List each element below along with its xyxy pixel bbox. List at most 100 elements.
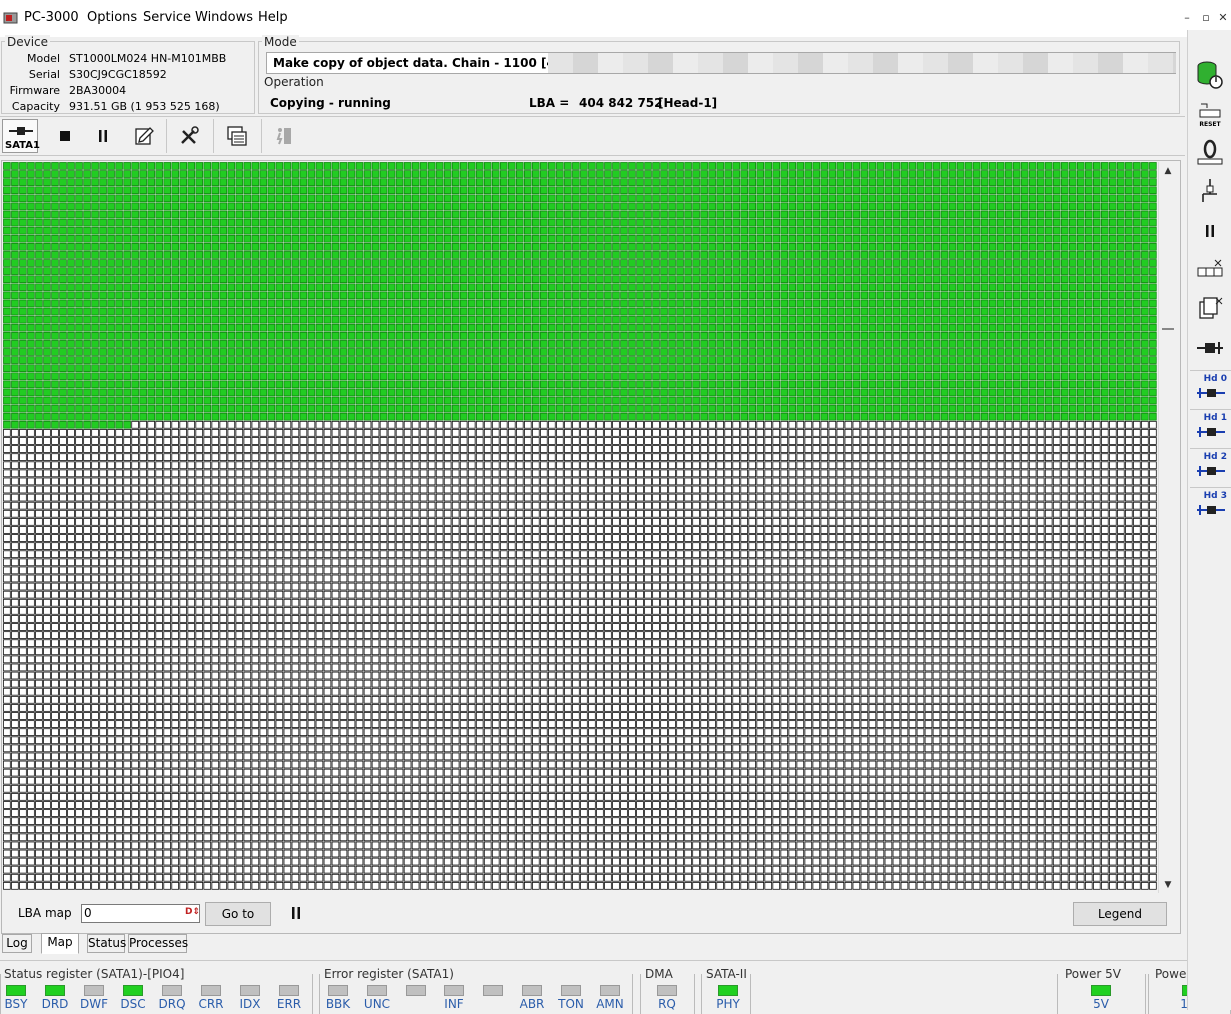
menu-bar: PC-3000 Options Service Windows Help – ▫… bbox=[0, 0, 1231, 37]
edit-document-icon bbox=[135, 127, 154, 145]
tools-button[interactable] bbox=[174, 120, 204, 152]
port-button[interactable]: SATA1 bbox=[2, 119, 40, 153]
scroll-thumb[interactable] bbox=[1162, 322, 1174, 330]
dma-label-rq: RQ bbox=[658, 997, 676, 1011]
status-register-led-idx bbox=[240, 985, 260, 996]
hd2-button[interactable]: Hd 2 bbox=[1190, 448, 1231, 485]
firmware-value: 2BA30004 bbox=[69, 84, 127, 97]
hd0-button[interactable]: Hd 0 bbox=[1190, 370, 1231, 407]
copy-icon bbox=[1199, 297, 1223, 319]
legend-button[interactable]: Legend bbox=[1073, 902, 1167, 926]
close-icon[interactable]: ✕ bbox=[1217, 12, 1229, 24]
lba-spin-icon[interactable]: D⇕ bbox=[185, 907, 200, 917]
restore-icon[interactable]: ▫ bbox=[1200, 12, 1212, 24]
power-5v-led-5v bbox=[1091, 985, 1111, 996]
sata-title: SATA-II bbox=[706, 967, 747, 981]
port-switch-button[interactable] bbox=[1192, 331, 1228, 365]
error-register-led-unc bbox=[367, 985, 387, 996]
hd3-label: Hd 3 bbox=[1203, 491, 1227, 501]
hd2-label: Hd 2 bbox=[1203, 452, 1227, 462]
status-register-title: Status register (SATA1)-[PIO4] bbox=[4, 967, 185, 981]
database-power-icon bbox=[1197, 61, 1223, 89]
lba-map-blocks bbox=[3, 162, 1157, 890]
error-register-led-inf bbox=[444, 985, 464, 996]
cascade-windows-icon bbox=[227, 126, 247, 146]
error-register-label-abr: ABR bbox=[519, 997, 545, 1011]
minimize-icon[interactable]: – bbox=[1181, 12, 1193, 24]
error-register-led-ton bbox=[561, 985, 581, 996]
hd3-button[interactable]: Hd 3 bbox=[1190, 487, 1231, 524]
lba-input-value: 0 bbox=[84, 906, 92, 920]
status-register-led-crr bbox=[201, 985, 221, 996]
mode-group-title: Mode bbox=[262, 35, 299, 49]
copy-button[interactable] bbox=[1192, 292, 1228, 326]
status-register-label-crr: CRR bbox=[198, 997, 224, 1011]
menu-help[interactable]: Help bbox=[258, 10, 288, 25]
model-label: Model bbox=[26, 52, 60, 65]
sidebar-pause-button[interactable] bbox=[1192, 214, 1228, 248]
status-register-label-dwf: DWF bbox=[79, 997, 108, 1011]
stop-button[interactable] bbox=[50, 120, 80, 152]
hd3-icon bbox=[1197, 505, 1225, 515]
lba-input[interactable]: 0 D⇕ bbox=[81, 904, 200, 923]
hd0-label: Hd 0 bbox=[1203, 374, 1227, 384]
mode-text: Make copy of object data. Chain - 1100 [… bbox=[273, 56, 594, 70]
mode-box: Make copy of object data. Chain - 1100 [… bbox=[266, 52, 1176, 74]
dma-led-rq bbox=[657, 985, 677, 996]
device-group-title: Device bbox=[5, 35, 51, 49]
exit-door-icon bbox=[276, 128, 291, 145]
tab-processes[interactable]: Processes bbox=[128, 934, 188, 953]
power-db-button[interactable] bbox=[1192, 57, 1228, 91]
port-label: SATA1 bbox=[5, 140, 40, 151]
tab-log[interactable]: Log bbox=[2, 934, 32, 953]
sata-label-phy: PHY bbox=[716, 997, 740, 1011]
capacity-value: 931.51 GB (1 953 525 168) bbox=[69, 100, 220, 113]
reset-button[interactable]: RESET bbox=[1192, 98, 1228, 132]
operation-group-title: Operation bbox=[262, 75, 326, 89]
head-icon bbox=[1202, 179, 1217, 202]
status-register-led-dsc bbox=[123, 985, 143, 996]
head-test-button[interactable] bbox=[1192, 174, 1228, 208]
tab-map[interactable]: Map bbox=[41, 933, 79, 954]
sector-button[interactable] bbox=[1192, 252, 1228, 286]
stop-icon bbox=[60, 131, 70, 141]
port-switch-icon bbox=[1197, 342, 1223, 354]
error-register-led-abr bbox=[522, 985, 542, 996]
status-register-led-dwf bbox=[84, 985, 104, 996]
error-register-led-blank-4 bbox=[483, 985, 503, 996]
pause-button[interactable] bbox=[88, 120, 118, 152]
status-register-led-bsy bbox=[6, 985, 26, 996]
edit-button[interactable] bbox=[129, 120, 159, 152]
map-scrollbar[interactable]: ▲ ▼ bbox=[1158, 162, 1176, 893]
menu-windows[interactable]: Windows bbox=[195, 10, 253, 25]
status-register-label-err: ERR bbox=[276, 997, 302, 1011]
power-5v-title: Power 5V bbox=[1065, 967, 1121, 981]
serial-label: Serial bbox=[28, 68, 60, 81]
scroll-up-icon[interactable]: ▲ bbox=[1161, 164, 1175, 178]
pause-icon bbox=[99, 130, 107, 142]
lba-map-grid[interactable] bbox=[3, 162, 1157, 890]
windows-button[interactable] bbox=[222, 120, 252, 152]
pause-icon bbox=[292, 907, 300, 919]
operation-status: Copying - running bbox=[270, 96, 391, 110]
lba-value: 404 842 752 bbox=[579, 96, 663, 110]
status-register-label-dsc: DSC bbox=[120, 997, 146, 1011]
map-pause-button[interactable] bbox=[281, 897, 311, 929]
menu-options[interactable]: Options bbox=[87, 10, 137, 25]
hd2-icon bbox=[1197, 466, 1225, 476]
zero-button[interactable] bbox=[1192, 135, 1228, 169]
firmware-label: Firmware bbox=[9, 84, 60, 97]
menu-service[interactable]: Service bbox=[143, 10, 191, 25]
status-register-label-bsy: BSY bbox=[4, 997, 28, 1011]
scroll-down-icon[interactable]: ▼ bbox=[1161, 878, 1175, 892]
sata-port-icon bbox=[9, 127, 33, 135]
tab-status[interactable]: Status bbox=[87, 934, 126, 953]
progress-stripe bbox=[548, 53, 1176, 73]
status-register-led-err bbox=[279, 985, 299, 996]
capacity-label: Capacity bbox=[11, 100, 60, 113]
error-register-title: Error register (SATA1) bbox=[324, 967, 454, 981]
model-value: ST1000LM024 HN-M101MBB bbox=[69, 52, 227, 65]
goto-button[interactable]: Go to bbox=[205, 902, 271, 926]
exit-button[interactable] bbox=[268, 120, 298, 152]
hd1-button[interactable]: Hd 1 bbox=[1190, 409, 1231, 446]
